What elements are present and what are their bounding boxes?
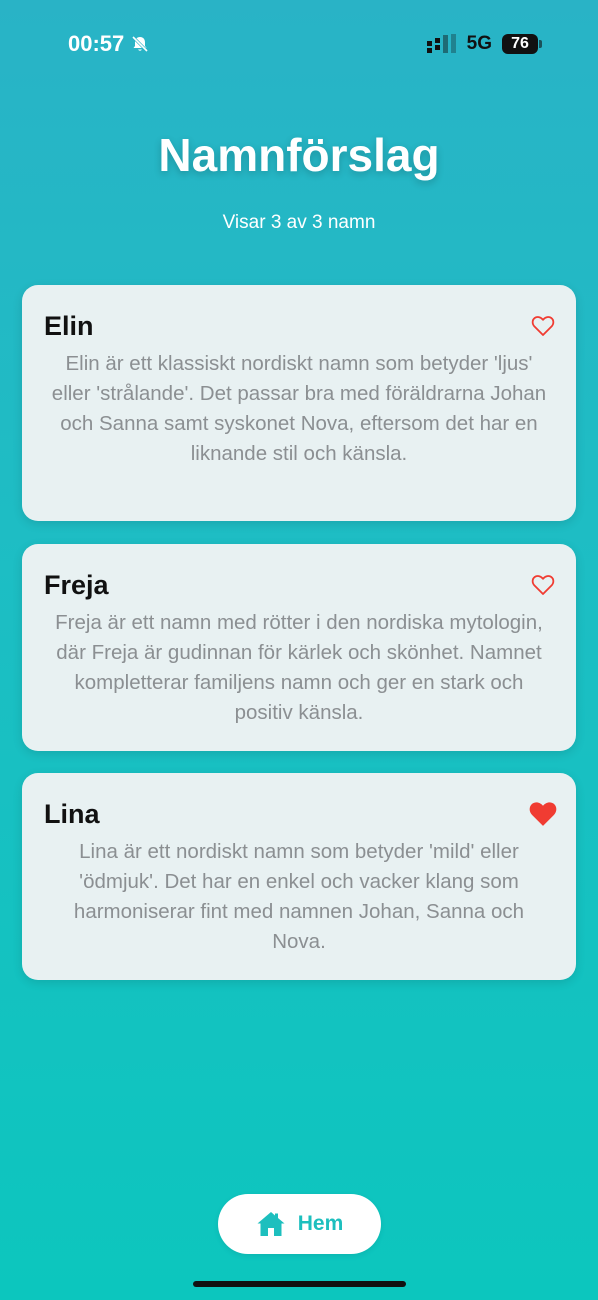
battery-icon: 76 bbox=[502, 34, 542, 54]
battery-level: 76 bbox=[502, 34, 538, 54]
status-time: 00:57 bbox=[68, 31, 150, 57]
home-indicator bbox=[193, 1281, 406, 1287]
heart-outline-icon bbox=[531, 316, 555, 336]
home-button[interactable]: Hem bbox=[218, 1194, 381, 1254]
house-icon bbox=[256, 1210, 286, 1238]
status-indicators: 5G 76 bbox=[426, 33, 542, 55]
result-count: Visar 3 av 3 namn bbox=[222, 212, 376, 233]
bell-muted-icon bbox=[130, 34, 150, 54]
favorite-button[interactable] bbox=[528, 570, 558, 600]
page-title: Namnförslag bbox=[158, 129, 440, 181]
signal-icon bbox=[426, 34, 457, 54]
card-name: Elin bbox=[44, 311, 94, 341]
card-name: Lina bbox=[44, 799, 100, 829]
favorite-button[interactable] bbox=[528, 311, 558, 341]
card-description: Freja är ett namn med rötter i den nordi… bbox=[55, 611, 543, 724]
card-name: Freja bbox=[44, 570, 109, 600]
name-card: Elin Elin är ett klassiskt nordiskt namn… bbox=[22, 285, 576, 521]
name-card: Freja Freja är ett namn med rötter i den… bbox=[22, 544, 576, 751]
name-card: Lina Lina är ett nordiskt namn som betyd… bbox=[22, 773, 576, 980]
card-description: Lina är ett nordiskt namn som betyder 'm… bbox=[73, 840, 525, 953]
home-label: Hem bbox=[297, 1212, 344, 1235]
heart-filled-icon bbox=[529, 802, 557, 826]
card-description: Elin är ett klassiskt nordiskt namn som … bbox=[51, 352, 547, 465]
heart-outline-icon bbox=[531, 575, 555, 595]
status-bar: 00:57 5G 76 bbox=[0, 0, 598, 90]
time-label: 00:57 bbox=[68, 31, 125, 56]
network-label: 5G bbox=[466, 33, 492, 54]
favorite-button[interactable] bbox=[528, 799, 558, 829]
